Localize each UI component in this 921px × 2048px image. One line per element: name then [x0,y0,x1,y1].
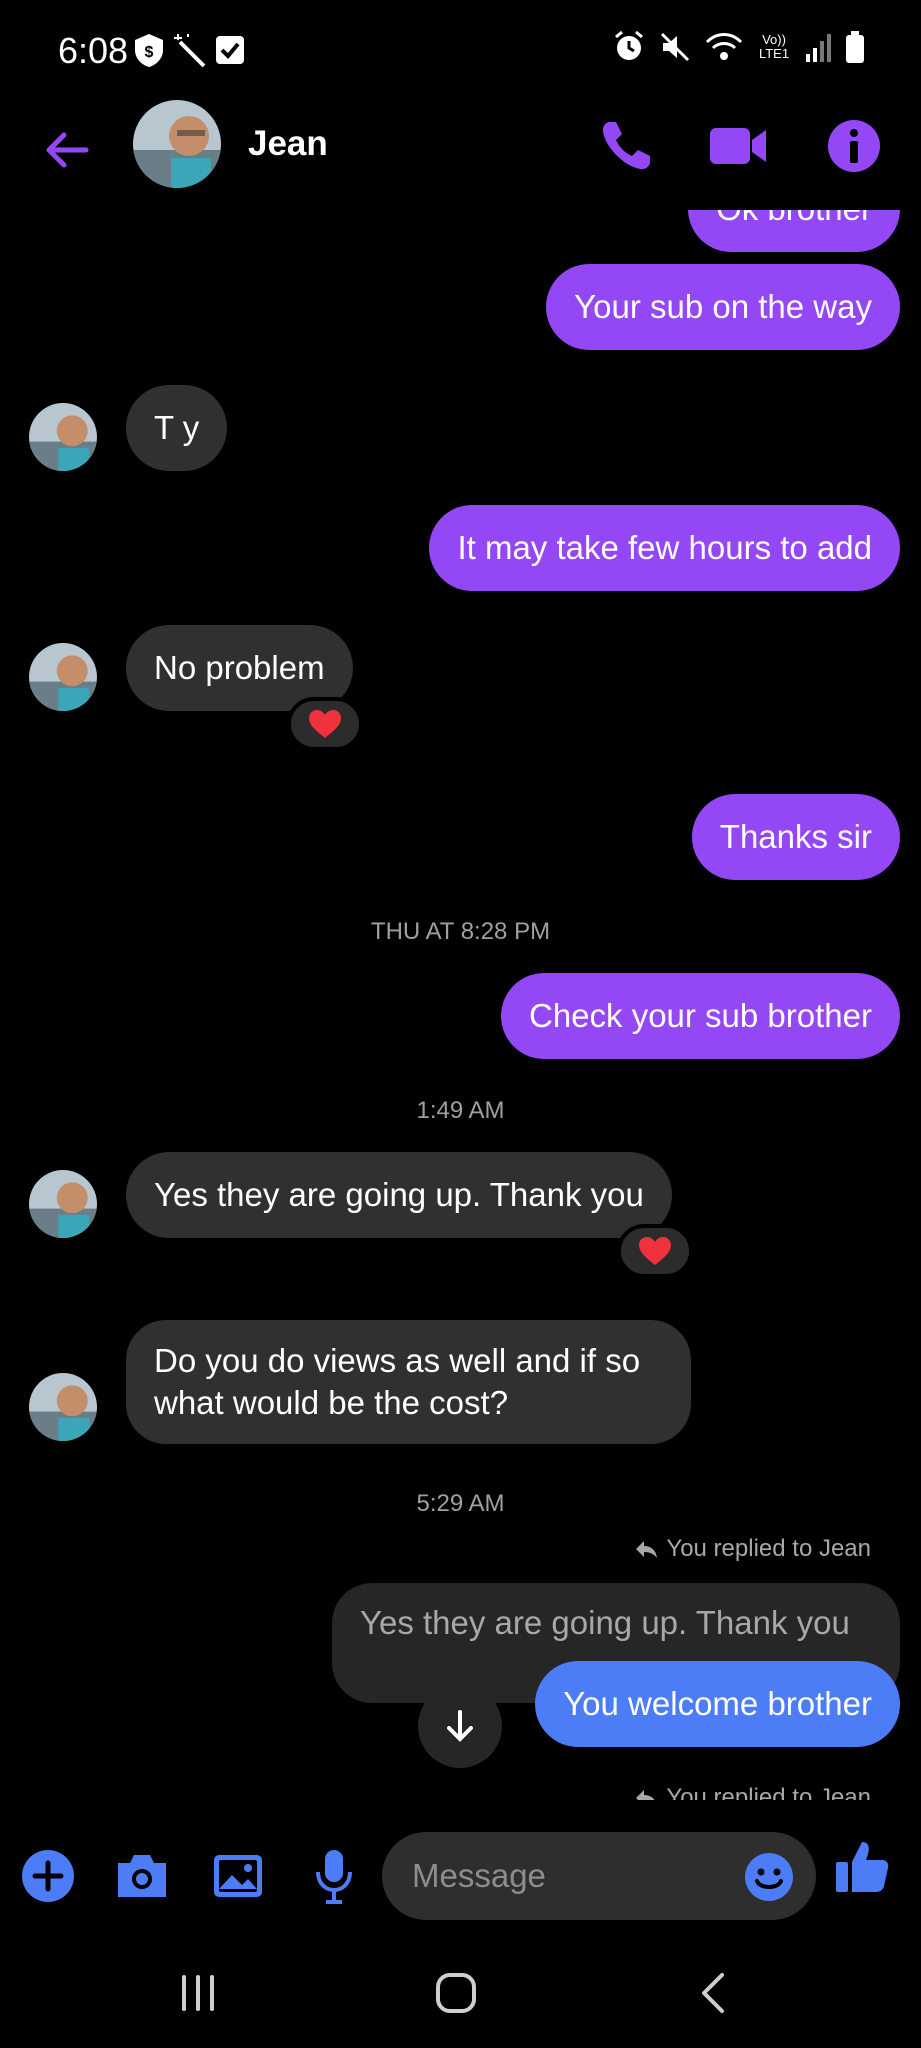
plus-icon [22,1850,74,1902]
back-button[interactable] [684,1968,744,2018]
signal-icon [806,34,831,62]
composer-bar [0,1820,921,1930]
recent-apps-button[interactable] [168,1968,228,2018]
home-button[interactable] [426,1968,486,2018]
gallery-button[interactable] [210,1848,266,1904]
timestamp: 1:49 AM [416,1097,505,1124]
contact-name[interactable]: Jean [248,124,328,164]
timestamp: 5:29 AM [416,1490,505,1517]
checkbox-icon [216,36,244,64]
system-navigation-bar [0,1930,921,2048]
reply-note-text: You replied to Jean [666,1535,871,1562]
magic-wand-icon [174,34,206,68]
contact-avatar[interactable] [133,100,221,188]
heart-icon [639,1237,671,1265]
alarm-icon [615,30,643,60]
network-label: Vo)) LTE1 [758,32,790,61]
camera-button[interactable] [114,1848,170,1904]
reply-note-text: You replied to Jean [666,1784,871,1800]
timestamp: THU AT 8:28 PM [370,918,551,945]
message-list[interactable]: Ok brother Your sub on the way T y It ma… [0,210,921,1800]
info-icon[interactable] [822,114,886,178]
conversation-header: Jean [0,100,921,210]
message-bubble-received[interactable]: Yes they are going up. Thank you [126,1152,672,1238]
contact-avatar-small[interactable] [29,643,97,711]
reply-arrow-icon [636,1790,655,1800]
status-bar: 6:08 $ Vo)) LTE1 [0,0,921,100]
message-bubble-sent[interactable]: Check your sub brother [500,973,900,1059]
reply-indicator: You replied to Jean [634,1784,871,1800]
camera-icon [118,1855,166,1897]
contact-avatar-small[interactable] [29,403,97,471]
svg-text:$: $ [145,44,154,61]
message-input-container[interactable] [382,1832,816,1920]
shield-dollar-icon: $ [135,34,163,67]
message-bubble-sent[interactable]: You welcome brother [535,1661,900,1747]
plus-button[interactable] [20,1848,76,1904]
contact-avatar-small[interactable] [29,1373,97,1441]
back-chevron-icon [702,1973,724,2013]
back-arrow-icon[interactable] [38,120,98,180]
phone-call-icon[interactable] [594,114,658,178]
scroll-to-bottom-button[interactable] [418,1684,502,1768]
wifi-icon [705,33,743,60]
mute-icon [660,32,690,62]
like-button[interactable] [834,1838,890,1894]
reply-indicator: You replied to Jean [634,1535,871,1563]
recent-apps-icon [182,1975,214,2011]
heart-icon [309,710,341,738]
home-icon [436,1973,476,2013]
message-bubble-received[interactable]: T y [126,385,228,471]
battery-icon [846,31,864,63]
status-icons-right: Vo)) LTE1 [613,30,865,64]
microphone-icon [316,1850,352,1904]
message-input[interactable] [412,1832,712,1920]
message-bubble-sent[interactable]: Your sub on the way [546,264,900,350]
heart-reaction[interactable] [617,1224,693,1278]
image-icon [214,1855,262,1897]
status-time: 6:08 [58,30,129,71]
arrow-down-icon [447,1710,473,1742]
microphone-button[interactable] [306,1848,362,1904]
message-bubble-sent[interactable]: Ok brother [688,210,900,252]
message-bubble-sent[interactable]: Thanks sir [691,794,900,880]
heart-reaction[interactable] [287,697,363,751]
video-call-icon[interactable] [706,114,770,178]
contact-avatar-small[interactable] [29,1170,97,1238]
message-bubble-received[interactable]: Do you do views as well and if so what w… [126,1320,691,1444]
reply-arrow-icon [636,1541,658,1558]
emoji-icon[interactable] [744,1852,794,1902]
message-bubble-sent[interactable]: It may take few hours to add [429,505,900,591]
thumbs-up-icon [836,1842,889,1892]
